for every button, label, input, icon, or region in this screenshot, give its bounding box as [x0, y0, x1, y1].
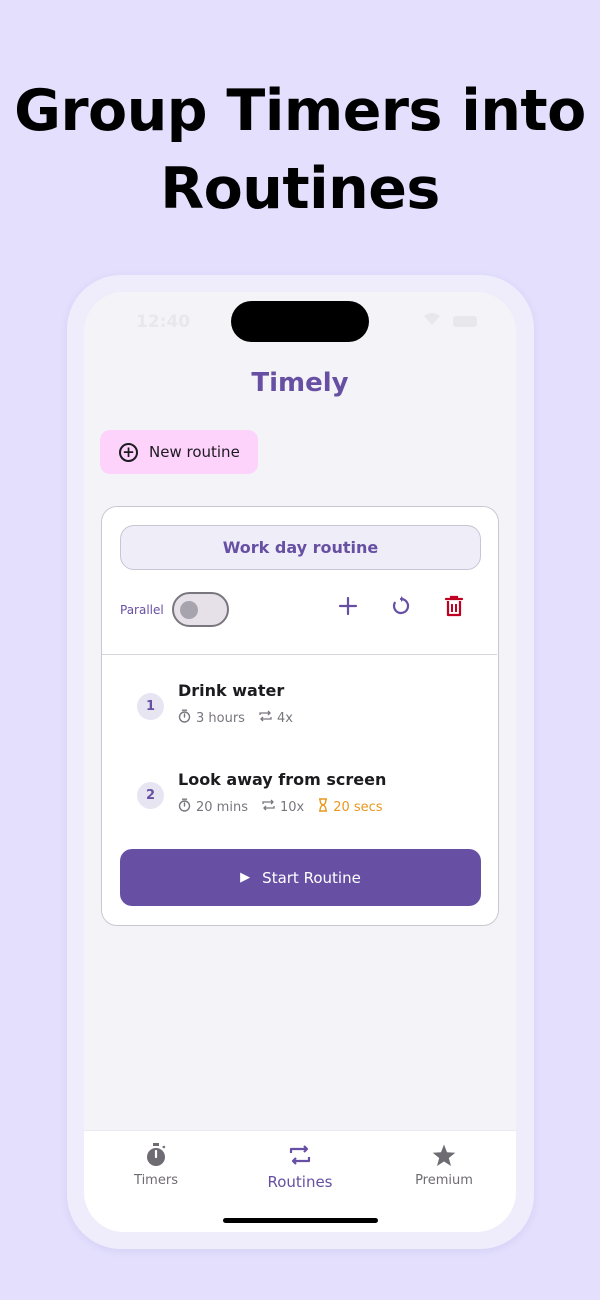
timer-list-item[interactable]: 2 Look away from screen 20 mins 10x 20 s… [137, 770, 477, 830]
wifi-icon [423, 312, 441, 330]
timer-repeat: 10x [262, 799, 304, 815]
timer-index: 2 [137, 782, 164, 809]
delete-routine-button[interactable] [439, 593, 469, 623]
repeat-icon [259, 710, 277, 726]
nav-label-timers: Timers [134, 1173, 178, 1188]
timer-duration: 20 mins [178, 798, 248, 816]
nav-label-routines: Routines [267, 1173, 333, 1191]
phone-screen: 12:40 Timely + New routine Work day rout… [84, 292, 516, 1232]
dynamic-island [231, 301, 369, 342]
timer-name: Drink water [178, 681, 285, 700]
repeat-icon [262, 799, 280, 815]
status-time: 12:40 [136, 312, 191, 332]
refresh-icon [390, 595, 412, 621]
battery-icon [453, 316, 477, 327]
add-circle-icon: + [119, 442, 138, 462]
card-divider [102, 654, 497, 655]
timer-meta: 3 hours 4x [178, 709, 307, 727]
repeat-icon [228, 1141, 372, 1169]
start-routine-label: Start Routine [262, 868, 361, 887]
headline: Group Timers into Routines [0, 72, 600, 228]
timer-index: 1 [137, 693, 164, 720]
timer-repeat: 4x [259, 710, 293, 726]
nav-item-timers[interactable]: Timers [84, 1141, 228, 1188]
stopwatch-icon [178, 798, 196, 816]
headline-line-2: Routines [160, 156, 440, 222]
timer-duration: 3 hours [178, 709, 245, 727]
nav-label-premium: Premium [415, 1173, 473, 1188]
add-timer-button[interactable] [333, 593, 363, 623]
play-icon: ▶ [240, 870, 251, 885]
parallel-label: Parallel [120, 603, 164, 617]
routine-name-field[interactable]: Work day routine [120, 525, 481, 570]
timer-interval: 20 secs [318, 798, 383, 816]
headline-line-1: Group Timers into [14, 78, 586, 144]
hourglass-icon [318, 798, 333, 816]
stopwatch-icon [84, 1141, 228, 1169]
new-routine-label: New routine [149, 443, 240, 461]
reset-routine-button[interactable] [386, 593, 416, 623]
star-icon [372, 1141, 516, 1169]
bottom-navigation: Timers Routines Premium [84, 1130, 516, 1232]
nav-item-premium[interactable]: Premium [372, 1141, 516, 1188]
timer-name: Look away from screen [178, 770, 387, 789]
trash-icon [444, 595, 464, 621]
stopwatch-icon [178, 709, 196, 727]
new-routine-button[interactable]: + New routine [100, 430, 258, 474]
routine-card: Work day routine Parallel 1 Drink water … [101, 506, 499, 926]
nav-item-routines[interactable]: Routines [228, 1141, 372, 1191]
timer-list-item[interactable]: 1 Drink water 3 hours 4x [137, 681, 477, 741]
parallel-toggle[interactable] [172, 592, 229, 627]
timer-meta: 20 mins 10x 20 secs [178, 798, 397, 816]
home-indicator [223, 1218, 378, 1223]
start-routine-button[interactable]: ▶ Start Routine [120, 849, 481, 906]
plus-icon [338, 596, 358, 620]
app-title: Timely [251, 368, 349, 398]
toggle-knob [180, 601, 198, 619]
